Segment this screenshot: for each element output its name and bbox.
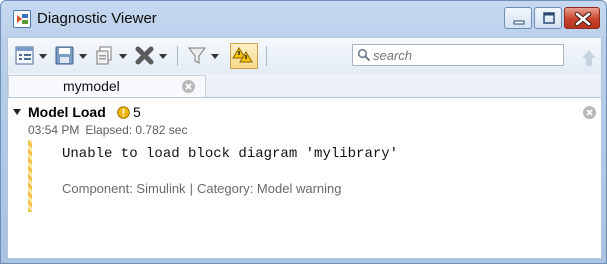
details-separator: | [189,181,193,196]
chevron-down-icon [39,54,47,59]
close-icon[interactable] [582,105,597,120]
component-label: Component: Simulink [62,181,186,196]
save-icon [55,46,74,65]
tab-strip: mymodel [7,73,602,97]
chevron-down-icon [211,54,219,59]
report-view-icon [15,46,34,65]
chevron-down-icon [159,54,167,59]
close-button[interactable] [564,7,600,29]
search-icon [357,48,371,62]
filter-icon [188,47,206,64]
group-warnings-icon [232,47,253,63]
copy-icon [96,46,112,65]
warning-stripe [28,140,32,212]
toolbar-separator [266,46,267,66]
tab-mymodel[interactable]: mymodel [8,75,206,97]
toolbar-separator [177,46,178,66]
section-elapsed: Elapsed: 0.782 sec [85,123,188,137]
tab-label: mymodel [63,78,120,94]
diagnostic-viewer-window: Diagnostic Viewer search mymodel Model L… [0,0,607,264]
warning-icon [117,106,130,119]
chevron-down-icon [79,54,87,59]
diagnostic-details: Component: Simulink | Category: Model warn… [62,181,341,196]
arrow-up-icon [582,50,596,66]
toolbar [7,37,602,73]
report-view-button[interactable] [14,45,50,67]
copy-button[interactable] [94,45,130,67]
search-input[interactable] [373,47,558,64]
maximize-button[interactable] [534,7,562,29]
diagnostic-message[interactable]: Unable to load block diagram 'mylibrary' [62,146,398,162]
group-warnings-toggle[interactable] [230,43,258,69]
chevron-down-icon [119,54,127,59]
filter-button[interactable] [186,45,222,67]
category-label: Category: Model warning [196,181,342,196]
model-icon [13,10,31,28]
caret-down-icon[interactable] [12,108,22,116]
clear-button[interactable] [134,45,170,67]
title-bar[interactable]: Diagnostic Viewer [1,1,606,37]
minimize-button[interactable] [504,7,532,29]
section-time: 03:54 PM [28,123,80,137]
close-icon[interactable] [181,79,196,94]
search-box[interactable] [352,44,564,66]
maximize-icon [543,12,555,24]
section-timing: 03:54 PM Elapsed: 0.782 sec [28,123,187,137]
minimize-icon [513,20,525,25]
clear-icon [135,46,154,65]
section-title: Model Load [28,104,106,120]
diagnostics-panel: Model Load 5 03:54 PM Elapsed: 0.782 sec … [7,97,602,259]
scroll-up-button[interactable] [574,44,604,76]
close-icon [574,11,592,27]
warning-count: 5 [133,104,141,120]
window-title: Diagnostic Viewer [37,10,157,27]
save-button[interactable] [54,45,90,67]
